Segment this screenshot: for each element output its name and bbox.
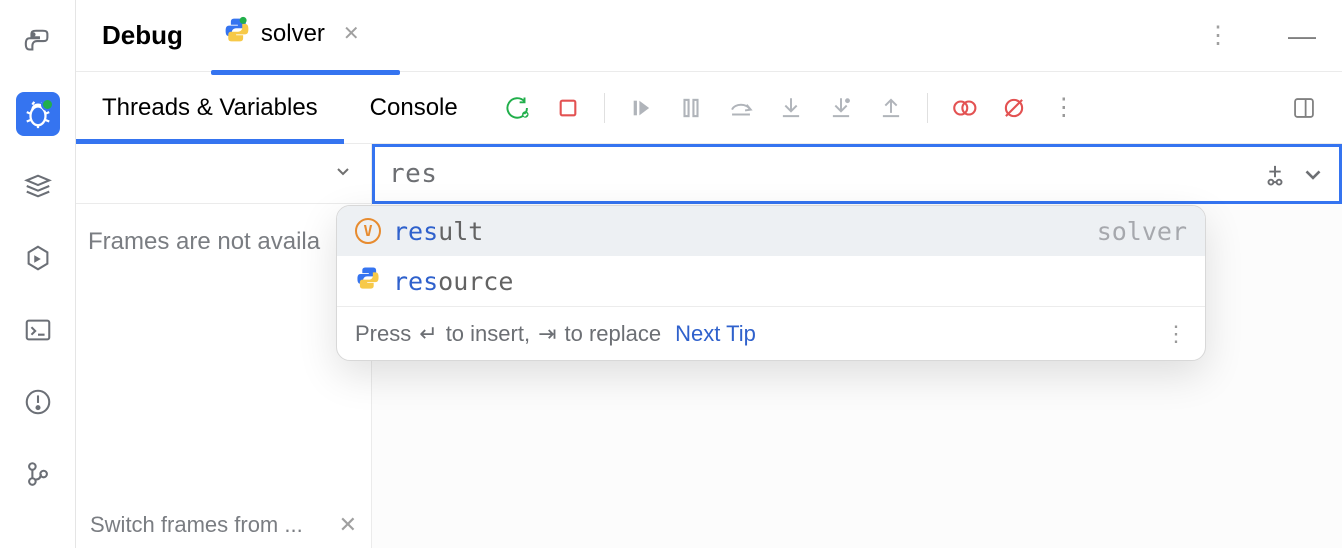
mute-breakpoints-icon[interactable] — [998, 92, 1030, 124]
tool-window-tabs: Debug solver ✕ ⋮ — — [76, 0, 1342, 72]
frames-empty-text: Frames are not availa — [76, 204, 371, 502]
sidebar-stack-icon[interactable] — [16, 164, 60, 208]
divider — [927, 93, 928, 123]
step-into-icon[interactable] — [775, 92, 807, 124]
sidebar-services-icon[interactable] — [16, 236, 60, 280]
debug-subtabs: Threads & Variables Console ⋮ — [76, 72, 1342, 144]
stop-icon[interactable] — [552, 92, 584, 124]
tool-sidebar — [0, 0, 76, 548]
layout-settings-icon[interactable] — [1288, 92, 1320, 124]
expression-history-dropdown-icon[interactable] — [1297, 158, 1329, 190]
completion-hint-bar: Press ↵ to insert, ⇥ to replace Next Tip… — [337, 306, 1205, 360]
sidebar-problems-icon[interactable] — [16, 380, 60, 424]
completion-item-resource[interactable]: resource — [337, 256, 1205, 306]
frames-footer-text[interactable]: Switch frames from ... — [90, 512, 303, 538]
next-tip-link[interactable]: Next Tip — [675, 321, 756, 347]
resume-icon[interactable] — [625, 92, 657, 124]
close-tab-icon[interactable]: ✕ — [343, 21, 360, 46]
completion-item-result[interactable]: V result solver — [337, 206, 1205, 256]
subtab-console[interactable]: Console — [344, 72, 484, 143]
more-actions-icon[interactable]: ⋮ — [1048, 92, 1080, 124]
debug-toolbar: ⋮ — [484, 92, 1080, 124]
enter-key-icon: ↵ — [419, 321, 437, 347]
subtab-threads-variables[interactable]: Threads & Variables — [76, 72, 344, 143]
sidebar-python-console-icon[interactable] — [16, 20, 60, 64]
variable-badge-icon: V — [355, 218, 381, 244]
step-out-icon[interactable] — [875, 92, 907, 124]
completion-more-icon[interactable]: ⋮ — [1165, 321, 1187, 347]
tab-debug[interactable]: Debug — [102, 20, 183, 51]
add-watch-icon[interactable] — [1259, 158, 1291, 190]
rerun-icon[interactable] — [502, 92, 534, 124]
sidebar-terminal-icon[interactable] — [16, 308, 60, 352]
completion-item-location: solver — [1097, 217, 1187, 246]
sidebar-git-icon[interactable] — [16, 452, 60, 496]
tool-window-options-icon[interactable]: ⋮ — [1206, 21, 1230, 50]
divider — [604, 93, 605, 123]
evaluate-expression-bar — [372, 144, 1342, 204]
tab-key-icon: ⇥ — [538, 321, 556, 347]
code-completion-popup: V result solver resource Press ↵ to inse… — [336, 205, 1206, 361]
step-into-my-code-icon[interactable] — [825, 92, 857, 124]
python-file-icon — [223, 16, 251, 51]
frames-thread-dropdown-icon[interactable] — [333, 161, 353, 186]
minimize-icon[interactable]: — — [1288, 20, 1316, 52]
frames-footer-close-icon[interactable]: ✕ — [339, 512, 357, 538]
view-breakpoints-icon[interactable] — [948, 92, 980, 124]
frames-panel: Frames are not availa Switch frames from… — [76, 144, 372, 548]
tab-file-solver[interactable]: solver ✕ — [223, 16, 360, 55]
python-module-icon — [355, 265, 381, 297]
sidebar-debug-icon[interactable] — [16, 92, 60, 136]
pause-icon[interactable] — [675, 92, 707, 124]
step-over-icon[interactable] — [725, 92, 757, 124]
tab-file-label: solver — [261, 20, 325, 48]
evaluate-expression-input[interactable] — [375, 158, 1259, 190]
